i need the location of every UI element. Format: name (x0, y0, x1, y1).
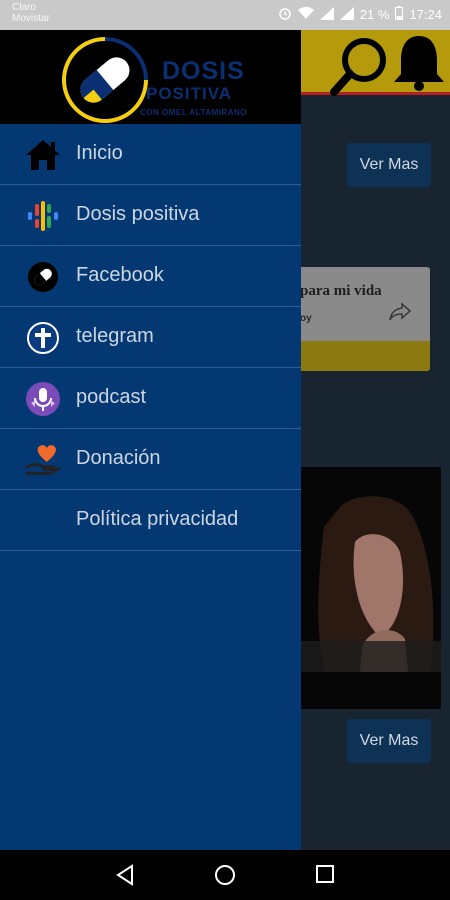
wifi-icon (297, 6, 314, 23)
system-nav-bar (0, 850, 450, 900)
logo-pill-icon (60, 35, 150, 130)
navigation-drawer: DOSIS POSITIVA CON OMEL ALTAMIRANO Inici… (0, 30, 301, 850)
ver-mas-button-2[interactable]: Ver Mas (347, 719, 431, 763)
carrier-line2: Movistar (12, 13, 50, 24)
carrier-line1: Claro (12, 2, 36, 13)
menu-item-politica-privacidad[interactable]: Política privacidad (0, 490, 301, 551)
menu-item-podcast[interactable]: podcast (0, 368, 301, 429)
signal2-icon (339, 6, 354, 23)
logo-subtitle: POSITIVA (146, 84, 233, 103)
menu-label: Dosis positiva (76, 203, 200, 225)
logo-tagline: CON OMEL ALTAMIRANO (140, 108, 247, 117)
facebook-pill-icon (24, 258, 62, 296)
menu-item-dosis-positiva[interactable]: Dosis positiva (0, 185, 301, 246)
menu-label: Política privacidad (76, 508, 239, 530)
heart-hand-icon (24, 441, 62, 479)
card-footer-bar (296, 341, 430, 371)
menu-label: podcast (76, 386, 147, 408)
logo-title: DOSIS (162, 57, 245, 85)
search-icon[interactable] (330, 34, 392, 101)
share-icon[interactable] (388, 302, 412, 327)
home-nav-icon[interactable] (214, 864, 236, 891)
status-bar: Claro Movistar 21 % 17:24 (0, 0, 450, 30)
cross-icon (24, 319, 62, 357)
home-icon (24, 136, 62, 174)
card-title: para mi vida (300, 283, 382, 299)
battery-percent: 21 % (359, 7, 390, 22)
alarm-icon (278, 6, 292, 23)
drawer-menu: Inicio Dosis positiva Facebook telegram … (0, 124, 301, 551)
back-icon[interactable] (114, 864, 136, 891)
menu-item-donacion[interactable]: Donación (0, 429, 301, 490)
battery-icon (395, 6, 404, 23)
menu-item-inicio[interactable]: Inicio (0, 124, 301, 185)
signal-icon (319, 6, 334, 23)
menu-label: Inicio (76, 142, 123, 164)
menu-label: telegram (76, 325, 154, 347)
card-subtitle: oy (300, 313, 312, 324)
menu-item-facebook[interactable]: Facebook (0, 246, 301, 307)
podcast-bars-icon (24, 197, 62, 235)
recents-icon[interactable] (315, 864, 335, 889)
status-icons: 21 % 17:24 (278, 6, 442, 23)
carrier-info: Claro Movistar (12, 2, 50, 24)
ver-mas-button[interactable]: Ver Mas (347, 143, 431, 187)
menu-item-telegram[interactable]: telegram (0, 307, 301, 368)
drawer-header: DOSIS POSITIVA CON OMEL ALTAMIRANO (0, 30, 301, 124)
bell-icon[interactable] (392, 32, 446, 97)
menu-label: Donación (76, 447, 161, 469)
clock: 17:24 (409, 7, 442, 22)
microphone-icon (24, 380, 62, 418)
menu-label: Facebook (76, 264, 164, 286)
girl-praying-image[interactable] (300, 467, 441, 709)
